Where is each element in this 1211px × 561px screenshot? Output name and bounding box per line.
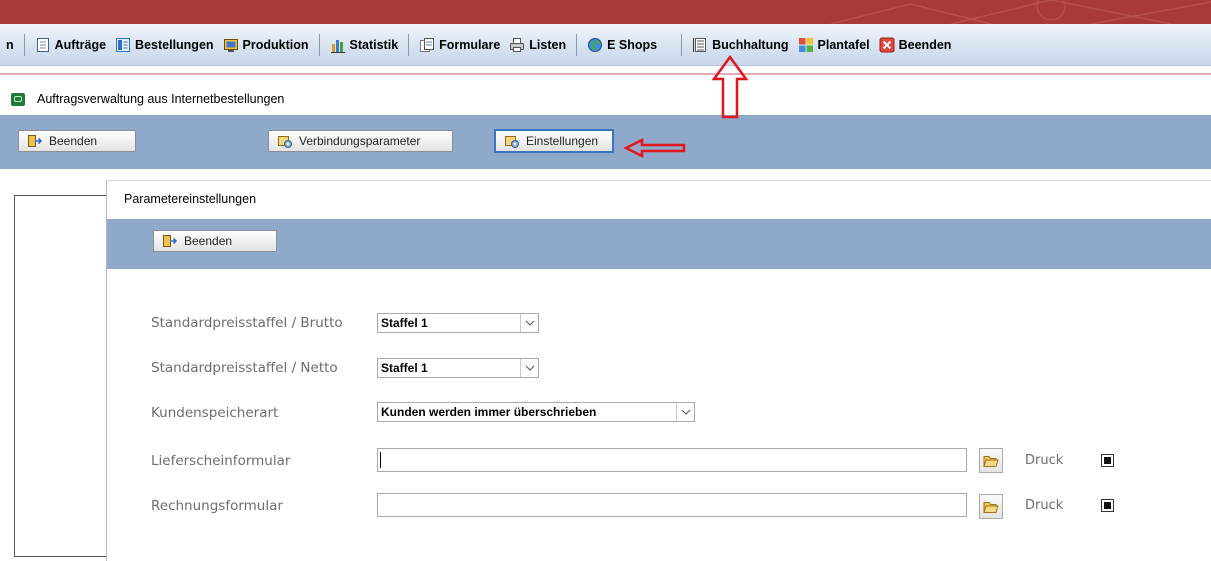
delivery-print-label: Druck: [1025, 453, 1064, 468]
invoice-form-input[interactable]: [377, 493, 967, 517]
toolbar-item-plantafel[interactable]: Plantafel: [798, 37, 870, 53]
printer-icon: [509, 37, 525, 53]
toolbar-item-e-shops[interactable]: E Shops: [587, 37, 657, 53]
settings-button[interactable]: Einstellungen: [494, 129, 614, 153]
planning-board-icon: [798, 37, 814, 53]
text-caret: [380, 452, 381, 468]
toolbar-separator: [23, 33, 25, 56]
exit-door-icon: [162, 233, 178, 249]
banner-decoration: [830, 0, 1211, 24]
dialog-ribbon: Beenden: [107, 219, 1211, 269]
main-toolbar: n Aufträge Bestellungen Produktion Stati…: [0, 24, 1211, 66]
toolbar-separator: [408, 33, 410, 56]
delivery-form-browse-button[interactable]: [979, 448, 1003, 473]
delivery-print-checkbox[interactable]: [1101, 454, 1114, 467]
divider: [0, 73, 1211, 75]
exit-button[interactable]: Beenden: [18, 130, 136, 152]
toolbar-item-statistik[interactable]: Statistik: [330, 37, 398, 53]
invoice-form-label: Rechnungsformular: [151, 498, 283, 514]
annotation-up-arrow-icon: [711, 55, 749, 119]
title-banner: [0, 0, 1211, 24]
dialog-title: Parametereinstellungen: [124, 192, 257, 206]
window-title-text: Auftragsverwaltung aus Internetbestellun…: [37, 92, 285, 106]
invoice-print-checkbox[interactable]: [1101, 499, 1114, 512]
dialog-exit-button[interactable]: Beenden: [153, 230, 277, 252]
production-icon: [223, 37, 239, 53]
delivery-form-label: Lieferscheinformular: [151, 453, 291, 469]
price-gross-label: Standardpreisstaffel / Brutto: [151, 315, 343, 331]
ledger-icon: [692, 37, 708, 53]
toolbar-separator: [681, 33, 683, 56]
settings-icon: [504, 133, 520, 149]
globe-icon: [587, 37, 603, 53]
toolbar-item-listen[interactable]: Listen: [509, 37, 566, 53]
toolbar-item-produktion[interactable]: Produktion: [223, 37, 309, 53]
invoice-print-label: Druck: [1025, 498, 1064, 513]
toolbar-separator: [576, 33, 578, 56]
toolbar-separator: [318, 33, 320, 56]
toolbar-item-auftraege[interactable]: Aufträge: [35, 37, 106, 53]
chevron-down-icon[interactable]: [520, 359, 538, 377]
chevron-down-icon[interactable]: [676, 403, 694, 421]
forms-icon: [419, 37, 435, 53]
folder-open-icon: [983, 453, 999, 469]
close-icon: [879, 37, 895, 53]
chevron-down-icon[interactable]: [520, 314, 538, 332]
document-icon: [35, 37, 51, 53]
toolbar-item-beenden[interactable]: Beenden: [879, 37, 951, 53]
app-icon: [11, 92, 25, 106]
window-ribbon: Beenden Verbindungsparameter Einstellung…: [0, 115, 1211, 169]
customer-storage-select[interactable]: Kunden werden immer überschrieben: [377, 402, 695, 422]
toolbar-item-partial[interactable]: n: [6, 38, 14, 52]
toolbar-item-formulare[interactable]: Formulare: [419, 37, 500, 53]
exit-door-icon: [27, 133, 43, 149]
toolbar-item-buchhaltung[interactable]: Buchhaltung: [692, 37, 789, 53]
parameter-dialog: Parametereinstellungen Beenden Standardp…: [106, 180, 1211, 561]
price-gross-select[interactable]: Staffel 1: [377, 313, 539, 333]
toolbar-item-bestellungen[interactable]: Bestellungen: [115, 37, 214, 53]
price-net-label: Standardpreisstaffel / Netto: [151, 360, 338, 376]
order-list-icon: [115, 37, 131, 53]
delivery-form-input[interactable]: [377, 448, 967, 472]
window-title: Auftragsverwaltung aus Internetbestellun…: [11, 91, 284, 107]
price-net-select[interactable]: Staffel 1: [377, 358, 539, 378]
folder-open-icon: [983, 499, 999, 515]
invoice-form-browse-button[interactable]: [979, 494, 1003, 519]
bar-chart-icon: [330, 37, 346, 53]
settings-icon: [277, 133, 293, 149]
connection-parameters-button[interactable]: Verbindungsparameter: [268, 130, 453, 152]
background-panel: [14, 195, 109, 557]
customer-storage-label: Kundenspeicherart: [151, 405, 279, 421]
annotation-left-arrow-icon: [624, 137, 686, 159]
